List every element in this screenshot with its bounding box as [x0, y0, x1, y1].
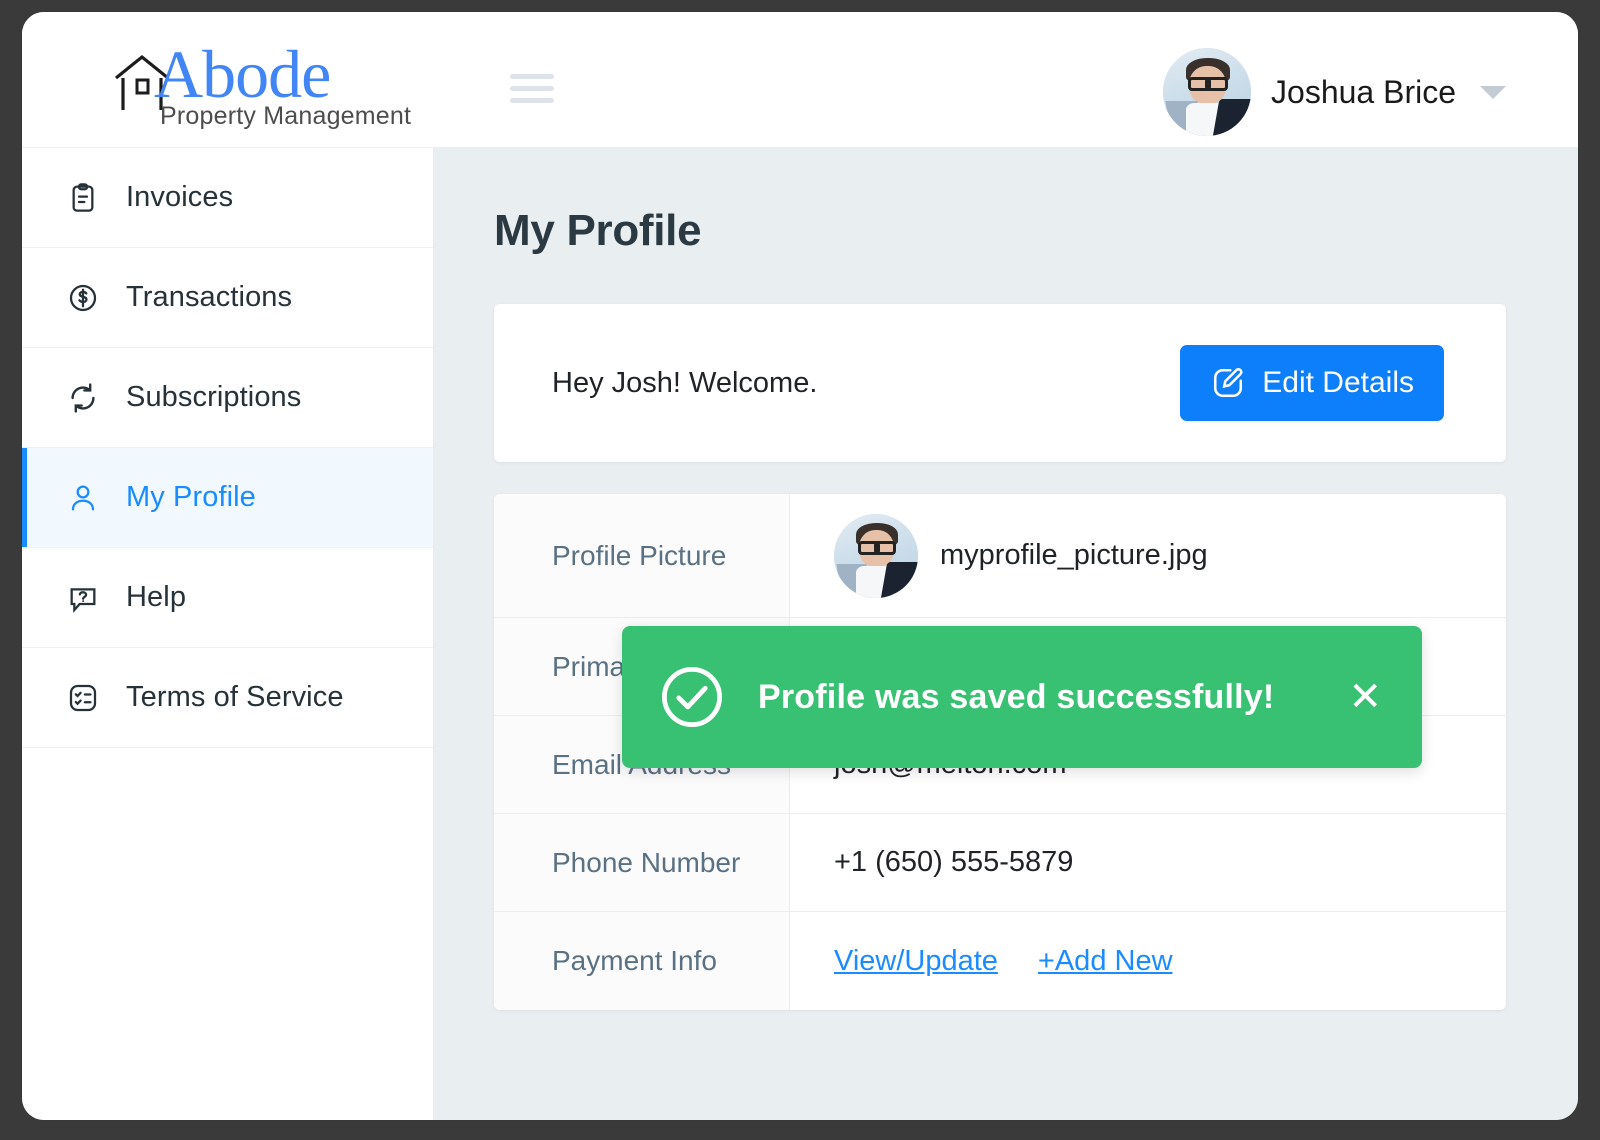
brand-logo[interactable]: Abode Property Management: [92, 36, 422, 130]
chevron-down-icon[interactable]: [1480, 85, 1506, 99]
sidebar-item-label: Subscriptions: [126, 381, 302, 413]
row-label: Phone Number: [494, 814, 790, 911]
sidebar-item-label: Transactions: [126, 281, 293, 313]
check-circle-icon: [656, 661, 728, 733]
hamburger-bar: [510, 98, 554, 103]
hamburger-bar: [510, 74, 554, 79]
clipboard-icon: [66, 181, 100, 215]
edit-details-button[interactable]: Edit Details: [1180, 345, 1444, 421]
table-row: Phone Number +1 (650) 555-5879: [494, 814, 1506, 912]
sidebar-item-subscriptions[interactable]: Subscriptions: [22, 348, 433, 448]
checklist-icon: [66, 681, 100, 715]
app-window: Abode Property Management Joshua Brice I…: [22, 12, 1578, 1120]
row-label: Payment Info: [494, 912, 790, 1010]
close-icon[interactable]: ✕: [1348, 677, 1382, 717]
brand-name: Abode: [154, 36, 331, 112]
success-toast: Profile was saved successfully! ✕: [622, 626, 1422, 768]
row-label: Profile Picture: [494, 494, 790, 617]
row-value: View/Update +Add New: [790, 912, 1506, 1010]
user-menu[interactable]: Joshua Brice: [1163, 48, 1506, 136]
view-update-payment-link[interactable]: View/Update: [834, 945, 998, 978]
sidebar-item-label: Invoices: [126, 181, 234, 213]
profile-picture-filename: myprofile_picture.jpg: [940, 539, 1208, 571]
question-speech-bubble-icon: [66, 581, 100, 615]
sidebar-item-label: My Profile: [126, 481, 256, 513]
sidebar: Invoices Transactions Subscriptions My P…: [22, 148, 434, 1120]
welcome-card: Hey Josh! Welcome. Edit Details: [494, 304, 1506, 462]
sidebar-item-help[interactable]: Help: [22, 548, 433, 648]
welcome-greeting: Hey Josh! Welcome.: [552, 366, 818, 399]
sidebar-item-invoices[interactable]: Invoices: [22, 148, 433, 248]
toast-message: Profile was saved successfully!: [758, 677, 1275, 716]
edit-details-button-label: Edit Details: [1262, 366, 1414, 399]
brand-tagline: Property Management: [160, 102, 412, 130]
profile-picture-thumbnail: [834, 513, 918, 598]
table-row: Profile Picture myprofile_picture.jpg: [494, 494, 1506, 618]
sidebar-item-label: Help: [126, 581, 187, 613]
page-title: My Profile: [494, 206, 702, 255]
user-name-label: Joshua Brice: [1271, 73, 1456, 110]
pencil-edit-icon: [1210, 365, 1246, 401]
user-icon: [66, 481, 100, 515]
top-bar: Abode Property Management Joshua Brice: [22, 12, 1578, 148]
sidebar-item-terms-of-service[interactable]: Terms of Service: [22, 648, 433, 748]
add-new-payment-link[interactable]: +Add New: [1038, 945, 1173, 978]
row-value: myprofile_picture.jpg: [790, 494, 1506, 617]
avatar: [1163, 48, 1252, 136]
refresh-sync-icon: [66, 381, 100, 415]
sidebar-item-label: Terms of Service: [126, 681, 344, 713]
hamburger-menu-icon[interactable]: [510, 74, 554, 108]
row-value: +1 (650) 555-5879: [834, 846, 1074, 878]
hamburger-bar: [510, 86, 554, 91]
table-row: Payment Info View/Update +Add New: [494, 912, 1506, 1010]
sidebar-item-my-profile[interactable]: My Profile: [22, 448, 433, 548]
sidebar-item-transactions[interactable]: Transactions: [22, 248, 433, 348]
dollar-circle-icon: [66, 281, 100, 315]
